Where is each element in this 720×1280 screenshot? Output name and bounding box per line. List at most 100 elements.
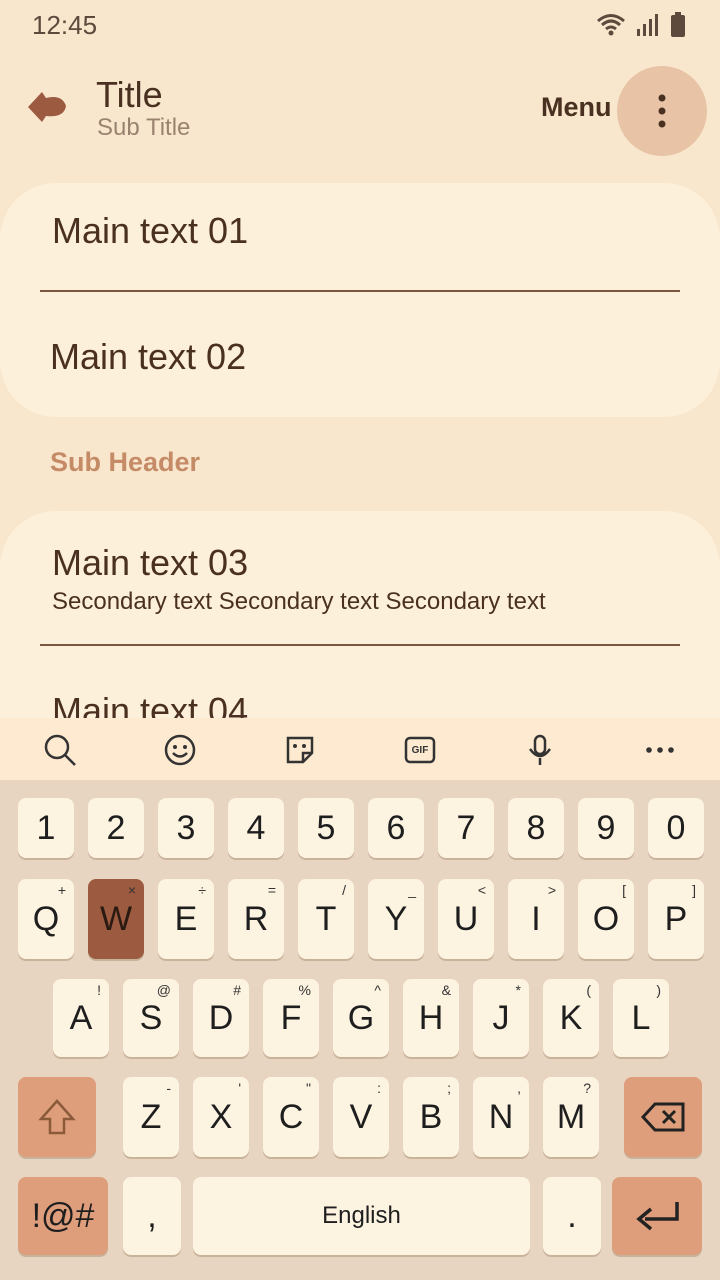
key-9-label: 9 [596,808,616,847]
back-button[interactable] [24,82,74,132]
key-k[interactable]: K( [543,979,599,1057]
key-2[interactable]: 2 [88,798,144,858]
key-n[interactable]: N, [473,1077,529,1157]
key-w-label: W [99,899,133,938]
key-x[interactable]: X ' [193,1077,249,1157]
key-u[interactable]: U < [438,879,494,959]
key-y[interactable]: Y _ [368,879,424,959]
key-9[interactable]: 9 [578,798,634,858]
key-s[interactable]: S @ [123,979,179,1057]
list-item-1[interactable]: Main text 01 [52,210,248,252]
space-key[interactable]: English [193,1177,530,1255]
key-0[interactable]: 0 [648,798,704,858]
key-4[interactable]: 4 [228,798,284,858]
key-6[interactable]: 6 [368,798,424,858]
list-item-3[interactable]: Main text 03 [52,542,248,584]
key-v-hint: : [377,1080,381,1096]
key-k-label: K [559,998,583,1037]
search-icon[interactable] [42,732,78,768]
enter-key[interactable] [612,1177,702,1255]
key-i-label: I [531,899,541,938]
key-e[interactable]: E ÷ [158,879,214,959]
space-key-label: English [322,1202,401,1229]
battery-icon [671,12,685,37]
gif-icon[interactable]: GIF [402,732,438,768]
key-z[interactable]: Z- [123,1077,179,1157]
emoji-icon[interactable] [162,732,198,768]
key-3[interactable]: 3 [158,798,214,858]
key-r-label: R [243,899,269,938]
key-q[interactable]: Q + [18,879,74,959]
key-l-hint: ) [656,982,661,998]
key-l-label: L [631,998,651,1037]
key-c[interactable]: C " [263,1077,319,1157]
key-1[interactable]: 1 [18,798,74,858]
key-m[interactable]: M? [543,1077,599,1157]
key-d-hint: # [233,982,241,998]
key-j[interactable]: J * [473,979,529,1057]
key-b[interactable]: B; [403,1077,459,1157]
key-c-hint: " [306,1080,311,1096]
key-m-hint: ? [583,1080,591,1096]
key-j-hint: * [515,982,521,998]
keyboard-toolbar [0,718,720,780]
symbols-key[interactable]: !@# [18,1177,108,1255]
key-l[interactable]: L) [613,979,669,1057]
key-8[interactable]: 8 [508,798,564,858]
key-h[interactable]: H & [403,979,459,1057]
backspace-key[interactable] [624,1077,702,1157]
shift-key[interactable] [18,1077,96,1157]
key-t-hint: / [342,882,346,898]
key-5[interactable]: 5 [298,798,354,858]
key-s-hint: @ [156,982,171,998]
key-d[interactable]: D # [193,979,249,1057]
key-i[interactable]: I > [508,879,564,959]
enter-icon [636,1202,679,1231]
page-title: Title [96,74,163,115]
key-d-label: D [208,998,234,1037]
key-h-hint: & [441,982,451,998]
key-6-label: 6 [386,808,406,847]
key-f[interactable]: F% [263,979,319,1057]
key-w-hint: × [127,882,136,898]
key-a[interactable]: A! [53,979,109,1057]
list-item-3-secondary: Secondary text Secondary text Secondary … [52,588,546,615]
key-p-label: P [664,899,688,938]
key-g[interactable]: G ^ [333,979,389,1057]
menu-button[interactable]: Menu [541,92,612,123]
key-p[interactable]: P] [648,879,704,959]
status-time: 12:45 [32,10,98,40]
more-icon[interactable] [642,732,678,768]
comma-key[interactable]: , [123,1177,181,1255]
more-options-button[interactable] [617,66,707,156]
key-q-hint: + [57,882,66,898]
key-r[interactable]: R = [228,879,284,959]
key-7[interactable]: 7 [438,798,494,858]
key-q-label: Q [32,899,60,938]
key-h-label: H [418,998,444,1037]
sticker-icon[interactable] [282,732,318,768]
key-g-hint: ^ [374,982,381,998]
key-7-label: 7 [456,808,476,847]
mic-icon[interactable] [522,732,558,768]
key-w[interactable]: W × [88,879,144,959]
key-x-hint: ' [238,1080,241,1096]
key-t[interactable]: T / [298,879,354,959]
key-j-label: J [492,998,510,1037]
key-v[interactable]: V: [333,1077,389,1157]
list-item-2[interactable]: Main text 02 [50,336,246,378]
key-t-label: T [315,899,337,938]
kebab-menu-icon [658,94,666,128]
key-b-label: B [419,1097,443,1136]
key-a-label: A [69,998,93,1037]
divider [40,644,680,646]
key-3-label: 3 [176,808,196,847]
key-z-label: Z [140,1097,162,1136]
key-o[interactable]: O[ [578,879,634,959]
key-e-hint: ÷ [198,882,206,898]
key-n-label: N [488,1097,514,1136]
wifi-icon [597,14,625,36]
key-b-hint: ; [447,1080,451,1096]
period-key[interactable]: . [543,1177,601,1255]
key-z-hint: - [166,1080,171,1096]
